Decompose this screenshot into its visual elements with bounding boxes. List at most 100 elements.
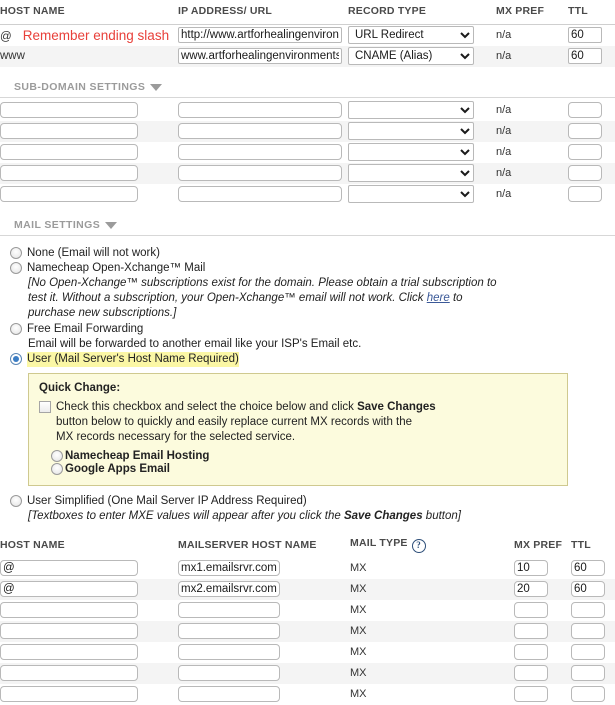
mx-mailserver-input[interactable] bbox=[178, 602, 280, 618]
subdomain-ip-input[interactable] bbox=[178, 102, 342, 118]
record-type-cell: CNAME (Alias) bbox=[348, 46, 496, 67]
mail-option-none[interactable]: None (Email will not work) bbox=[0, 246, 615, 261]
mx-ttl-input[interactable] bbox=[571, 623, 605, 639]
subdomain-record-type-select[interactable] bbox=[348, 185, 474, 203]
chevron-down-icon[interactable] bbox=[150, 84, 162, 91]
subdomain-ttl-input[interactable] bbox=[568, 123, 602, 139]
mx-ttl-input[interactable] bbox=[571, 686, 605, 702]
mx-host-cell bbox=[0, 684, 178, 705]
quick-change-option-namecheap[interactable]: Namecheap Email Hosting bbox=[39, 450, 557, 462]
table-row: www CNAME (Alias) n/a bbox=[0, 46, 615, 67]
mx-ttl-cell bbox=[571, 579, 615, 600]
subdomain-ip-input[interactable] bbox=[178, 186, 342, 202]
mail-option-user[interactable]: User (Mail Server's Host Name Required) bbox=[0, 352, 615, 367]
subdomain-table: n/an/an/an/an/a bbox=[0, 100, 615, 205]
mail-option-user-simplified[interactable]: User Simplified (One Mail Server IP Addr… bbox=[0, 494, 615, 509]
mx-pref-cell: n/a bbox=[496, 46, 568, 67]
subdomain-settings-header[interactable]: SUB-DOMAIN SETTINGS bbox=[0, 81, 615, 93]
mx-ttl-input[interactable] bbox=[571, 665, 605, 681]
mx-mailserver-cell bbox=[178, 558, 350, 579]
mx-host-input[interactable] bbox=[0, 602, 138, 618]
subdomain-ip-cell bbox=[178, 100, 348, 121]
radio-user-simplified-icon[interactable] bbox=[10, 495, 22, 507]
subdomain-ip-input[interactable] bbox=[178, 123, 342, 139]
mail-option-openxchange[interactable]: Namecheap Open-Xchange™ Mail bbox=[0, 261, 615, 276]
mx-host-cell bbox=[0, 600, 178, 621]
mx-pref-input[interactable] bbox=[514, 644, 548, 660]
radio-user-icon[interactable] bbox=[10, 353, 22, 365]
col-mailserver-host-name: MAILSERVER HOST NAME bbox=[178, 534, 350, 558]
mx-ttl-input[interactable] bbox=[571, 644, 605, 660]
chevron-down-icon[interactable] bbox=[105, 222, 117, 229]
mx-mailserver-input[interactable] bbox=[178, 686, 280, 702]
mx-pref-input[interactable] bbox=[514, 623, 548, 639]
subdomain-ttl-input[interactable] bbox=[568, 102, 602, 118]
subdomain-host-input[interactable] bbox=[0, 186, 138, 202]
quick-change-wrapper: Quick Change: Check this checkbox and se… bbox=[0, 367, 615, 486]
mx-mailserver-input[interactable] bbox=[178, 644, 280, 660]
radio-google-apps-icon[interactable] bbox=[51, 463, 63, 475]
record-type-select[interactable]: URL Redirect bbox=[348, 26, 474, 44]
subdomain-ttl-input[interactable] bbox=[568, 186, 602, 202]
subdomain-ip-input[interactable] bbox=[178, 165, 342, 181]
subdomain-host-input[interactable] bbox=[0, 123, 138, 139]
subdomain-host-input[interactable] bbox=[0, 144, 138, 160]
mail-settings-header[interactable]: MAIL SETTINGS bbox=[0, 219, 615, 231]
ttl-input[interactable] bbox=[568, 27, 602, 43]
radio-free-forwarding-icon[interactable] bbox=[10, 323, 22, 335]
subdomain-ttl-cell bbox=[568, 163, 615, 184]
mail-option-free-forwarding[interactable]: Free Email Forwarding bbox=[0, 322, 615, 337]
subdomain-record-type-select[interactable] bbox=[348, 101, 474, 119]
mail-option-free-forwarding-label: Free Email Forwarding bbox=[27, 322, 143, 337]
mx-pref-input[interactable] bbox=[514, 581, 548, 597]
subdomain-record-type-select[interactable] bbox=[348, 122, 474, 140]
mx-pref-value: n/a bbox=[496, 29, 511, 41]
quick-change-option-google[interactable]: Google Apps Email bbox=[39, 463, 557, 475]
record-type-cell: URL Redirect bbox=[348, 25, 496, 46]
ip-address-input[interactable] bbox=[178, 48, 342, 64]
mx-pref-input[interactable] bbox=[514, 602, 548, 618]
host-records-header-row: HOST NAME IP ADDRESS/ URL RECORD TYPE MX… bbox=[0, 0, 615, 25]
mx-ttl-input[interactable] bbox=[571, 560, 605, 576]
subdomain-ttl-input[interactable] bbox=[568, 165, 602, 181]
quick-change-text-line1: Check this checkbox and select the choic… bbox=[56, 400, 436, 415]
subdomain-host-input[interactable] bbox=[0, 102, 138, 118]
subdomain-mx-pref-cell: n/a bbox=[496, 100, 568, 121]
openxchange-note-line2: test it. Without a subscription, your Op… bbox=[28, 292, 427, 304]
subdomain-host-input[interactable] bbox=[0, 165, 138, 181]
mx-pref-input[interactable] bbox=[514, 560, 548, 576]
subdomain-mx-pref-cell: n/a bbox=[496, 184, 568, 205]
subdomain-ip-input[interactable] bbox=[178, 144, 342, 160]
mx-mailserver-input[interactable] bbox=[178, 665, 280, 681]
mx-pref-input[interactable] bbox=[514, 686, 548, 702]
radio-openxchange-icon[interactable] bbox=[10, 262, 22, 274]
subdomain-mx-pref-value: n/a bbox=[496, 104, 511, 116]
subdomain-record-type-select[interactable] bbox=[348, 164, 474, 182]
mx-mailserver-input[interactable] bbox=[178, 623, 280, 639]
record-type-select[interactable]: CNAME (Alias) bbox=[348, 47, 474, 65]
mx-ttl-input[interactable] bbox=[571, 581, 605, 597]
mx-ttl-cell bbox=[571, 600, 615, 621]
ttl-input[interactable] bbox=[568, 48, 602, 64]
mx-pref-input[interactable] bbox=[514, 665, 548, 681]
subdomain-record-type-select[interactable] bbox=[348, 143, 474, 161]
mx-host-input[interactable] bbox=[0, 623, 138, 639]
mx-pref-cell bbox=[514, 663, 571, 684]
table-row: n/a bbox=[0, 142, 615, 163]
question-mark-icon[interactable]: ? bbox=[412, 539, 426, 553]
purchase-subscriptions-link[interactable]: here bbox=[427, 292, 450, 304]
radio-none-icon[interactable] bbox=[10, 247, 22, 259]
radio-namecheap-hosting-icon[interactable] bbox=[51, 450, 63, 462]
mx-host-input[interactable] bbox=[0, 644, 138, 660]
mx-host-input[interactable] bbox=[0, 560, 138, 576]
mx-mailserver-input[interactable] bbox=[178, 560, 280, 576]
mx-host-input[interactable] bbox=[0, 665, 138, 681]
mx-host-input[interactable] bbox=[0, 581, 138, 597]
mx-ttl-input[interactable] bbox=[571, 602, 605, 618]
mx-host-input[interactable] bbox=[0, 686, 138, 702]
mx-mailserver-input[interactable] bbox=[178, 581, 280, 597]
quick-change-checkbox[interactable] bbox=[39, 401, 51, 413]
subdomain-ttl-input[interactable] bbox=[568, 144, 602, 160]
subdomain-ttl-cell bbox=[568, 142, 615, 163]
ip-address-input[interactable] bbox=[178, 27, 342, 43]
